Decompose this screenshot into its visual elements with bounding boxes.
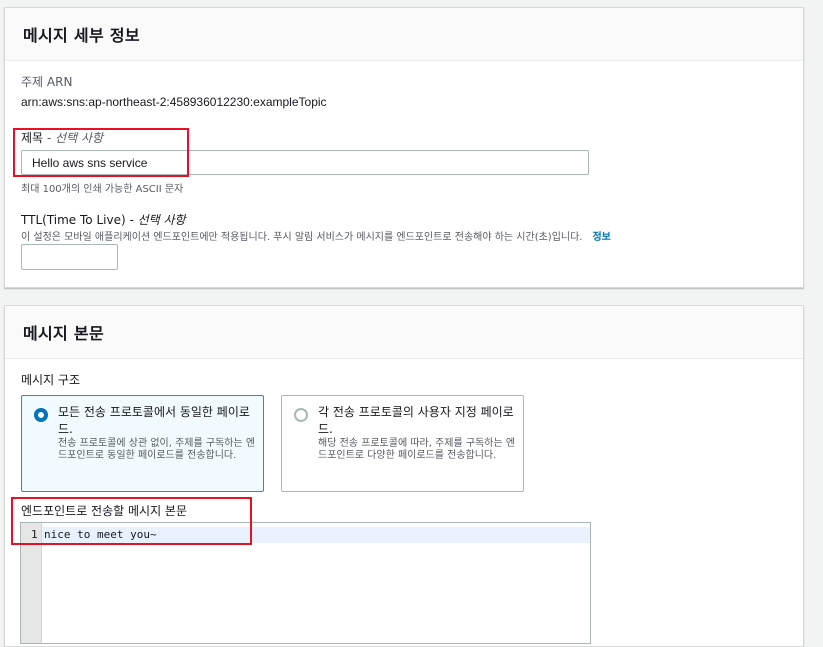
custom-payload-radio[interactable] bbox=[294, 408, 308, 422]
topic-arn-value: arn:aws:sns:ap-northeast-2:458936012230:… bbox=[21, 95, 327, 109]
ttl-description-row: 이 설정은 모바일 애플리케이션 엔드포인트에만 적용됩니다. 푸시 알림 서비… bbox=[21, 228, 611, 243]
topic-arn-label: 주제 ARN bbox=[21, 75, 73, 89]
ttl-info-link[interactable]: 정보 bbox=[592, 232, 610, 243]
message-details-title: 메시지 세부 정보 bbox=[23, 26, 140, 45]
message-details-header: 메시지 세부 정보 bbox=[5, 8, 803, 61]
ttl-label-row: TTL(Time To Live) - 선택 사항 bbox=[21, 211, 186, 228]
ttl-optional: - 선택 사항 bbox=[125, 213, 186, 227]
custom-payload-description: 해당 전송 프로토콜에 따라, 주제를 구독하는 엔드포인트로 다양한 페이로드… bbox=[318, 438, 516, 461]
message-body-title: 메시지 본문 bbox=[23, 324, 104, 343]
custom-payload-option[interactable]: 각 전송 프로토콜의 사용자 지정 페이로드. 해당 전송 프로토콜에 따라, … bbox=[281, 395, 524, 492]
message-body-header: 메시지 본문 bbox=[5, 306, 803, 359]
same-payload-title: 모든 전송 프로토콜에서 동일한 페이로드. bbox=[58, 405, 250, 436]
same-payload-option[interactable]: 모든 전송 프로토콜에서 동일한 페이로드. 전송 프로토콜에 상관 없이, 주… bbox=[21, 395, 264, 492]
editor-highlight-box bbox=[11, 497, 252, 545]
ttl-input[interactable] bbox=[21, 244, 118, 270]
subject-hint: 최대 100개의 인쇄 가능한 ASCII 문자 bbox=[21, 184, 184, 195]
custom-payload-title: 각 전송 프로토콜의 사용자 지정 페이로드. bbox=[318, 405, 514, 436]
subject-highlight-box bbox=[13, 128, 189, 177]
ttl-label: TTL(Time To Live) bbox=[21, 213, 126, 227]
ttl-description: 이 설정은 모바일 애플리케이션 엔드포인트에만 적용됩니다. 푸시 알림 서비… bbox=[21, 232, 583, 243]
same-payload-description: 전송 프로토콜에 상관 없이, 주제를 구독하는 엔드포인트로 동일한 페이로드… bbox=[58, 438, 256, 461]
message-structure-label: 메시지 구조 bbox=[21, 373, 81, 387]
same-payload-radio[interactable] bbox=[34, 408, 48, 422]
